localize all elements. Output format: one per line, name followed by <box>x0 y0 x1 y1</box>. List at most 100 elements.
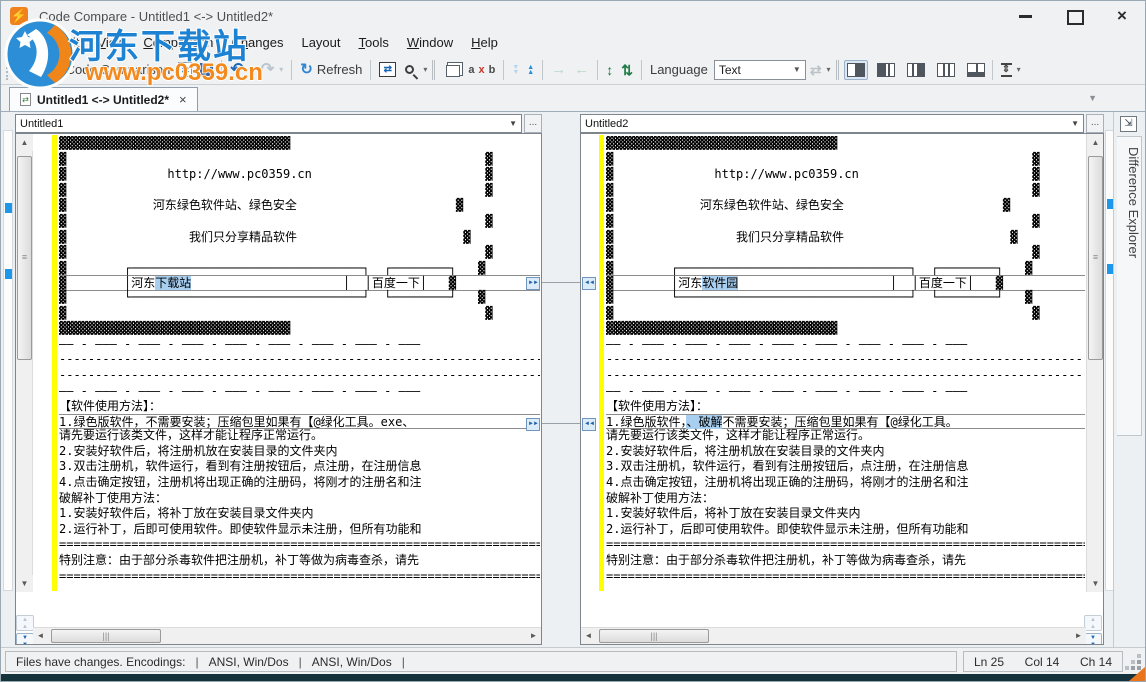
editor-line[interactable]: ▓ 我们只分享精品软件 ▓ <box>59 230 540 246</box>
editor-line[interactable]: ----------------------------------------… <box>606 368 1085 384</box>
previous-difference-nav-button[interactable]: ▲▲ <box>1084 615 1102 631</box>
editor-line[interactable]: 破解补丁使用方法： <box>59 491 540 507</box>
editor-line[interactable]: ▓ http://www.pc0359.cn ▓ <box>606 167 1085 183</box>
difference-explorer-tab[interactable]: Difference Explorer <box>1117 136 1142 436</box>
left-vertical-scrollbar[interactable]: ▲ ≡ ▼ <box>16 134 33 592</box>
editor-line[interactable]: 破解补丁使用方法： <box>606 491 1085 507</box>
editor-line[interactable]: 特别注意：由于部分杀毒软件把注册机，补丁等做为病毒查杀，请先 <box>59 553 540 569</box>
menu-item-changes[interactable]: Changes <box>222 31 292 55</box>
editor-line[interactable]: ▓ ▓ <box>59 245 540 261</box>
left-overview-ruler[interactable] <box>3 130 13 591</box>
previous-difference-button[interactable]: ▲▲ <box>523 63 538 77</box>
editor-line[interactable]: ▓ ▓ <box>606 214 1085 230</box>
editor-line[interactable]: 2.安装好软件后，将注册机放在安装目录的文件夹内 <box>606 444 1085 460</box>
tab-close-icon[interactable]: × <box>179 92 187 107</box>
right-editor[interactable]: ▓▓▓▓▓▓▓▓▓▓▓▓▓▓▓▓▓▓▓▓▓▓▓▓▓▓▓▓▓▓▓▓▓ ▓▓ htt… <box>580 133 1104 645</box>
right-vertical-scrollbar[interactable]: ▲ ≡ ▼ <box>1086 134 1103 592</box>
copy-options-button[interactable] <box>440 61 464 79</box>
right-editor-content[interactable]: ▓▓▓▓▓▓▓▓▓▓▓▓▓▓▓▓▓▓▓▓▓▓▓▓▓▓▓▓▓▓▓▓▓ ▓▓ htt… <box>606 136 1085 624</box>
editor-line[interactable]: ▓ ┌────────────────────────────────┐ ┌──… <box>606 261 1085 277</box>
editor-line[interactable]: ========================================… <box>606 569 1085 585</box>
layout-left-dark-button[interactable] <box>874 60 898 80</box>
merge-block-right-button[interactable]: ►► <box>526 277 540 290</box>
editor-line[interactable]: ▓▓▓▓▓▓▓▓▓▓▓▓▓▓▓▓▓▓▓▓▓▓▓▓▓▓▓▓▓▓▓▓ <box>606 136 1085 152</box>
scroll-down-icon[interactable]: ▼ <box>16 575 33 592</box>
layout-three-columns-button[interactable] <box>934 60 958 80</box>
close-button[interactable]: × <box>1111 7 1133 25</box>
scrollbar-thumb[interactable]: ≡ <box>1088 156 1103 360</box>
editor-line[interactable]: ▓ ▓ <box>59 152 540 168</box>
undo-dropdown-icon[interactable]: ▾ <box>249 65 253 74</box>
editor-line[interactable]: ▓ ▓ <box>606 152 1085 168</box>
editor-line[interactable]: ----------------------------------------… <box>59 368 540 384</box>
editor-line[interactable]: ========================================… <box>59 569 540 585</box>
editor-line[interactable]: ▓ 河东绿色软件站、绿色安全 ▓ <box>606 198 1085 214</box>
editor-line[interactable]: ▓▓▓▓▓▓▓▓▓▓▓▓▓▓▓▓▓▓▓▓▓▓▓▓▓▓▓▓▓▓▓▓ <box>606 321 1085 337</box>
editor-line[interactable]: ▓ └────────────────────────────────┘ └──… <box>59 290 540 306</box>
editor-line[interactable]: ▓ 我们只分享精品软件 ▓ <box>606 230 1085 246</box>
menu-item-edit[interactable]: Edit <box>48 31 88 55</box>
editor-line[interactable]: 3.双击注册机，软件运行，看到有注册按钮后，点注册，在注册信息 <box>606 459 1085 475</box>
scrollbar-thumb[interactable]: ||| <box>599 629 709 643</box>
editor-line[interactable]: 特别注意：由于部分杀毒软件把注册机，补丁等做为病毒查杀，请先 <box>606 553 1085 569</box>
next-difference-button[interactable]: ▼▼ <box>508 63 523 77</box>
swap-options-dropdown-icon[interactable]: ▾ <box>827 65 831 74</box>
editor-line[interactable]: ▓▓▓▓▓▓▓▓▓▓▓▓▓▓▓▓▓▓▓▓▓▓▓▓▓▓▓▓▓▓▓▓ <box>59 321 540 337</box>
tab-untitled1-untitled2[interactable]: Untitled1 <-> Untitled2* × <box>9 87 198 111</box>
open-comparison-button[interactable] <box>174 60 196 79</box>
save-button[interactable] <box>196 61 217 78</box>
editor-line[interactable]: ----------------------------------------… <box>606 352 1085 368</box>
editor-line[interactable]: 3.双击注册机，软件运行，看到有注册按钮后，点注册，在注册信息 <box>59 459 540 475</box>
redo-button[interactable]: ↷▾ <box>257 60 287 80</box>
editor-line[interactable]: —— - ——— - ——— - ——— - ——— - ——— - ——— -… <box>59 337 540 353</box>
right-horizontal-scrollbar[interactable]: ◄ ||| ► <box>581 627 1086 644</box>
right-browse-button[interactable]: ... <box>1086 114 1104 133</box>
editor-line[interactable]: ▓ ▓ <box>606 183 1085 199</box>
layout-two-panes-button[interactable] <box>844 60 868 80</box>
editor-line[interactable]: ▓ ▓ <box>59 306 540 322</box>
editor-line[interactable]: 【软件使用方法】： <box>59 399 540 415</box>
scroll-right-icon[interactable]: ► <box>1071 628 1086 644</box>
scrollbar-thumb[interactable]: ||| <box>51 629 161 643</box>
menu-item-tools[interactable]: Tools <box>350 31 398 55</box>
editor-line[interactable]: —— - ——— - ——— - ——— - ——— - ——— - ——— -… <box>606 337 1085 353</box>
previous-difference-nav-button[interactable]: ▲▲ <box>16 615 34 631</box>
layout-middle-dark-button[interactable] <box>904 60 928 80</box>
editor-line[interactable]: ▓ http://www.pc0359.cn ▓ <box>59 167 540 183</box>
diff-changed-line[interactable]: ▓ │河东下载站 │ │百度一下│ ▓ <box>59 275 540 291</box>
goto-difference-button[interactable]: ⇄ <box>375 60 400 79</box>
left-editor[interactable]: ▲ ≡ ▼ ▲▲ ▼▼ ▓▓▓▓▓▓▓▓▓▓▓▓▓▓▓▓▓▓▓▓▓▓▓▓▓▓▓▓… <box>15 133 542 645</box>
tab-overflow-dropdown-icon[interactable]: ▼ <box>1088 93 1097 103</box>
editor-line[interactable]: ▓ ▓ <box>59 214 540 230</box>
diff-marker[interactable] <box>5 269 12 279</box>
editor-line[interactable]: 2.运行补丁，后即可使用软件。即使软件显示未注册，但所有功能和 <box>606 522 1085 538</box>
collapse-all-button[interactable]: ⇅ <box>617 61 637 79</box>
scroll-down-icon[interactable]: ▼ <box>1087 575 1104 592</box>
editor-line[interactable]: 请先要运行该类文件，这样才能让程序正常运行。 <box>606 428 1085 444</box>
scroll-left-icon[interactable]: ◄ <box>33 628 48 644</box>
menu-item-view[interactable]: View <box>88 31 134 55</box>
scroll-up-icon[interactable]: ▲ <box>16 134 33 151</box>
right-file-selector[interactable]: Untitled2 ▼ <box>580 114 1084 133</box>
editor-line[interactable]: 2.安装好软件后，将注册机放在安装目录的文件夹内 <box>59 444 540 460</box>
diff-changed-line[interactable]: 1.绿色版软件，、破解不需要安装；压缩包里如果有【@绿化工具。 <box>606 414 1085 430</box>
menu-item-layout[interactable]: Layout <box>292 31 349 55</box>
sync-options-dropdown-icon[interactable]: ▾ <box>1017 65 1021 74</box>
refresh-button[interactable]: ↻ Refresh <box>296 60 366 79</box>
language-select[interactable]: Text ▼ <box>714 60 806 80</box>
editor-line[interactable]: 1.安装好软件后，将补丁放在安装目录文件夹内 <box>59 506 540 522</box>
diff-changed-line[interactable]: 1.绿色版软件，不需要安装；压缩包里如果有【@绿化工具。exe、 <box>59 414 540 430</box>
synchronized-scrolling-button[interactable]: ⇕ <box>997 61 1016 79</box>
merge-block-left-button[interactable]: ◄◄ <box>582 418 596 431</box>
editor-line[interactable]: ▓ ▓ <box>59 183 540 199</box>
swap-sides-button[interactable]: ⇄ <box>806 61 826 79</box>
layout-horizontal-split-button[interactable] <box>964 60 988 80</box>
editor-line[interactable]: ▓▓▓▓▓▓▓▓▓▓▓▓▓▓▓▓▓▓▓▓▓▓▓▓▓▓▓▓▓▓▓▓ <box>59 136 540 152</box>
editor-line[interactable]: —— - ——— - ——— - ——— - ——— - ——— - ——— -… <box>606 384 1085 400</box>
editor-line[interactable]: ▓ ┌────────────────────────────────┐ ┌──… <box>59 261 540 277</box>
left-horizontal-scrollbar[interactable]: ◄ ||| ► <box>33 627 541 644</box>
editor-line[interactable]: ========================================… <box>606 537 1085 553</box>
ignore-case-button[interactable]: axb <box>464 62 499 78</box>
editor-line[interactable]: ▓ ▓ <box>606 245 1085 261</box>
merge-to-right-button[interactable]: → <box>547 61 570 79</box>
